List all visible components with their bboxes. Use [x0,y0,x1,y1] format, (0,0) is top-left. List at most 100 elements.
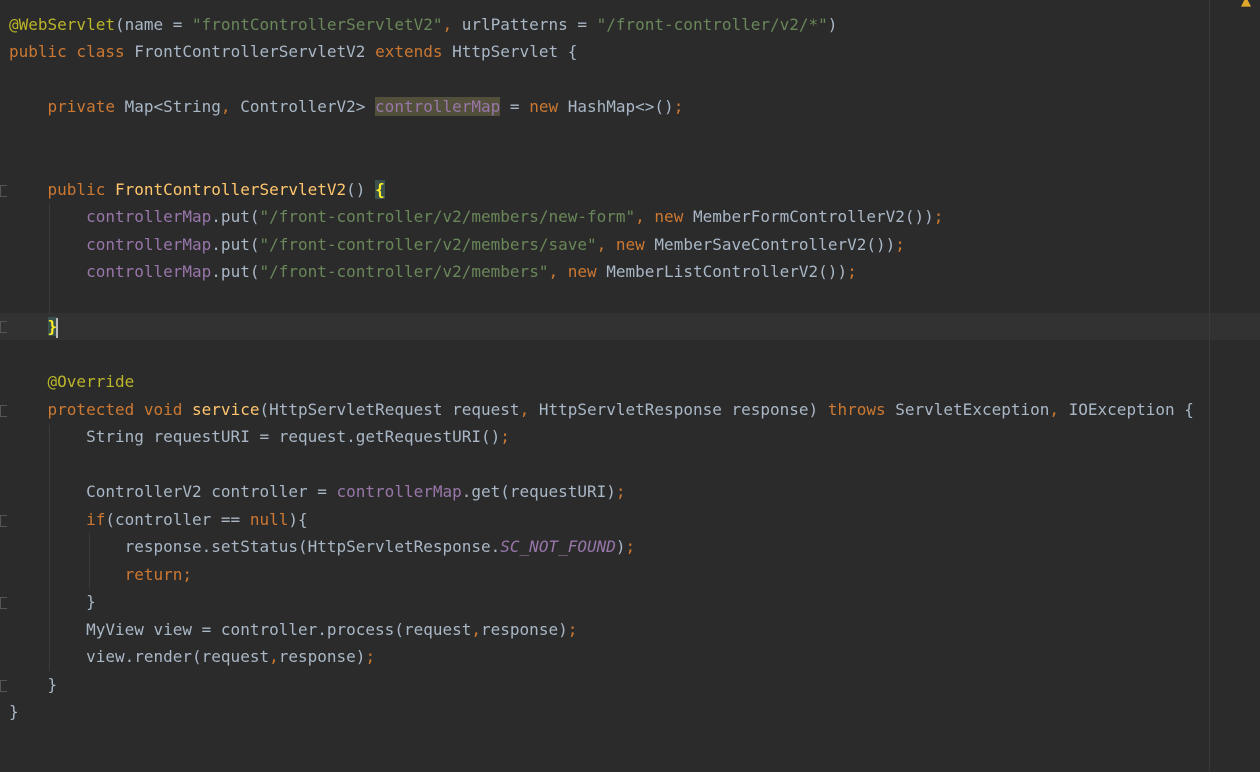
field: controllerMap [86,235,212,254]
keyword: new [654,207,693,226]
fold-marker[interactable] [0,185,7,197]
code-token: ; [847,262,857,281]
code-line[interactable]: view.render(request,response); [9,643,375,670]
code-line[interactable]: @Override [9,368,135,395]
code-token: urlPatterns = [461,15,597,34]
string-literal: "frontControllerServletV2" [192,15,443,34]
annotation: @WebServlet [9,15,115,34]
keyword: extends [375,42,453,61]
code-token: } [86,592,96,611]
code-token: ; [895,235,905,254]
code-token: ) [615,537,626,556]
keyword: protected void [47,400,193,419]
code-line[interactable]: private Map<String, ControllerV2> contro… [9,93,683,120]
code-token: , [442,15,462,34]
matched-brace: { [375,180,385,199]
code-token: HttpServlet { [452,42,578,61]
code-token: ControllerV2> [240,97,376,116]
code-line[interactable]: controllerMap.put("/front-controller/v2/… [9,231,905,258]
code-line[interactable]: if(controller == null){ [9,506,308,533]
code-line[interactable]: MyView view = controller.process(request… [9,616,577,643]
string-literal: "/front-controller/v2/members" [259,262,549,281]
field: controllerMap [86,262,212,281]
code-line[interactable]: @WebServlet(name = "frontControllerServl… [9,11,837,38]
code-token: HttpServletResponse response) [538,400,828,419]
method-name: service [192,400,260,419]
code-token: (HttpServletRequest request [259,400,520,419]
fold-marker[interactable] [0,680,7,692]
code-line[interactable]: public class FrontControllerServletV2 ex… [9,38,577,65]
code-token: .put( [211,262,260,281]
code-token: String requestURI = request.getRequestUR… [86,427,501,446]
code-token: ; [673,97,684,116]
code-token: , [220,97,241,116]
field-highlighted: controllerMap [375,97,501,116]
code-token: , [519,400,539,419]
code-token: ; [933,207,944,226]
code-token: response.setStatus(HttpServletResponse. [124,537,501,556]
code-line[interactable]: controllerMap.put("/front-controller/v2/… [9,203,943,230]
code-token: MemberSaveControllerV2()) [654,235,896,254]
code-line[interactable]: } [9,698,19,725]
code-line[interactable]: ControllerV2 controller = controllerMap.… [9,478,626,505]
string-literal: "/front-controller/v2/*" [596,15,828,34]
field: controllerMap [86,207,212,226]
code-token: ControllerV2 controller = [86,482,337,501]
keyword: public class [9,42,135,61]
code-token: , [269,647,279,666]
keyword: new [615,235,655,254]
code-token: .put( [211,207,260,226]
keyword: new [529,97,568,116]
code-line[interactable]: protected void service(HttpServletReques… [9,396,1194,423]
code-token: ; [567,620,578,639]
code-token: ; [625,537,636,556]
code-token: ; [500,427,510,446]
code-token: response) [481,620,568,639]
code-token: IOException { [1068,400,1194,419]
keyword: if [86,510,106,529]
class-name: FrontControllerServletV2 [134,42,376,61]
code-token: (name = [114,15,193,34]
text-caret [56,317,59,338]
code-token: } [47,675,58,694]
code-line[interactable]: } [9,671,58,698]
code-token: .put( [211,235,260,254]
fold-marker[interactable] [0,321,7,333]
fold-marker[interactable] [0,515,7,527]
code-line[interactable]: } [9,588,96,615]
code-token: , [548,262,568,281]
static-constant: SC_NOT_FOUND [500,537,616,556]
fold-marker[interactable] [0,405,7,417]
code-line[interactable]: return; [9,561,192,588]
string-literal: "/front-controller/v2/members/new-form" [259,207,636,226]
code-line[interactable]: response.setStatus(HttpServletResponse.S… [9,533,636,560]
code-token: ){ [288,510,308,529]
keyword: throws [827,400,896,419]
code-token: ; [365,647,376,666]
code-line[interactable]: public FrontControllerServletV2() { [9,176,385,203]
code-line[interactable]: controllerMap.put("/front-controller/v2/… [9,258,857,285]
right-margin-guide [1209,0,1210,772]
code-token: = [500,97,530,116]
annotation: @Override [47,372,135,391]
code-token: response) [278,647,366,666]
fold-marker[interactable] [0,597,7,609]
warning-icon[interactable]: ▲ [1241,0,1251,9]
code-token: , [471,620,482,639]
code-token: ) [827,15,838,34]
code-token: } [9,702,19,721]
code-token: MyView view = controller.process(request [86,620,472,639]
keyword: null [249,510,289,529]
current-line-highlight [0,313,1260,340]
code-line-current[interactable]: } [9,313,59,340]
keyword: private [47,97,125,116]
string-literal: "/front-controller/v2/members/save" [259,235,597,254]
code-line[interactable]: String requestURI = request.getRequestUR… [9,423,510,450]
code-token: ; [615,482,626,501]
code-token: Map<String [124,97,221,116]
code-token: , [596,235,616,254]
code-token: , [635,207,655,226]
keyword: new [567,262,607,281]
field: controllerMap [336,482,462,501]
code-editor[interactable]: ▲ @WebServlet(name = "frontControllerSer… [0,0,1260,772]
